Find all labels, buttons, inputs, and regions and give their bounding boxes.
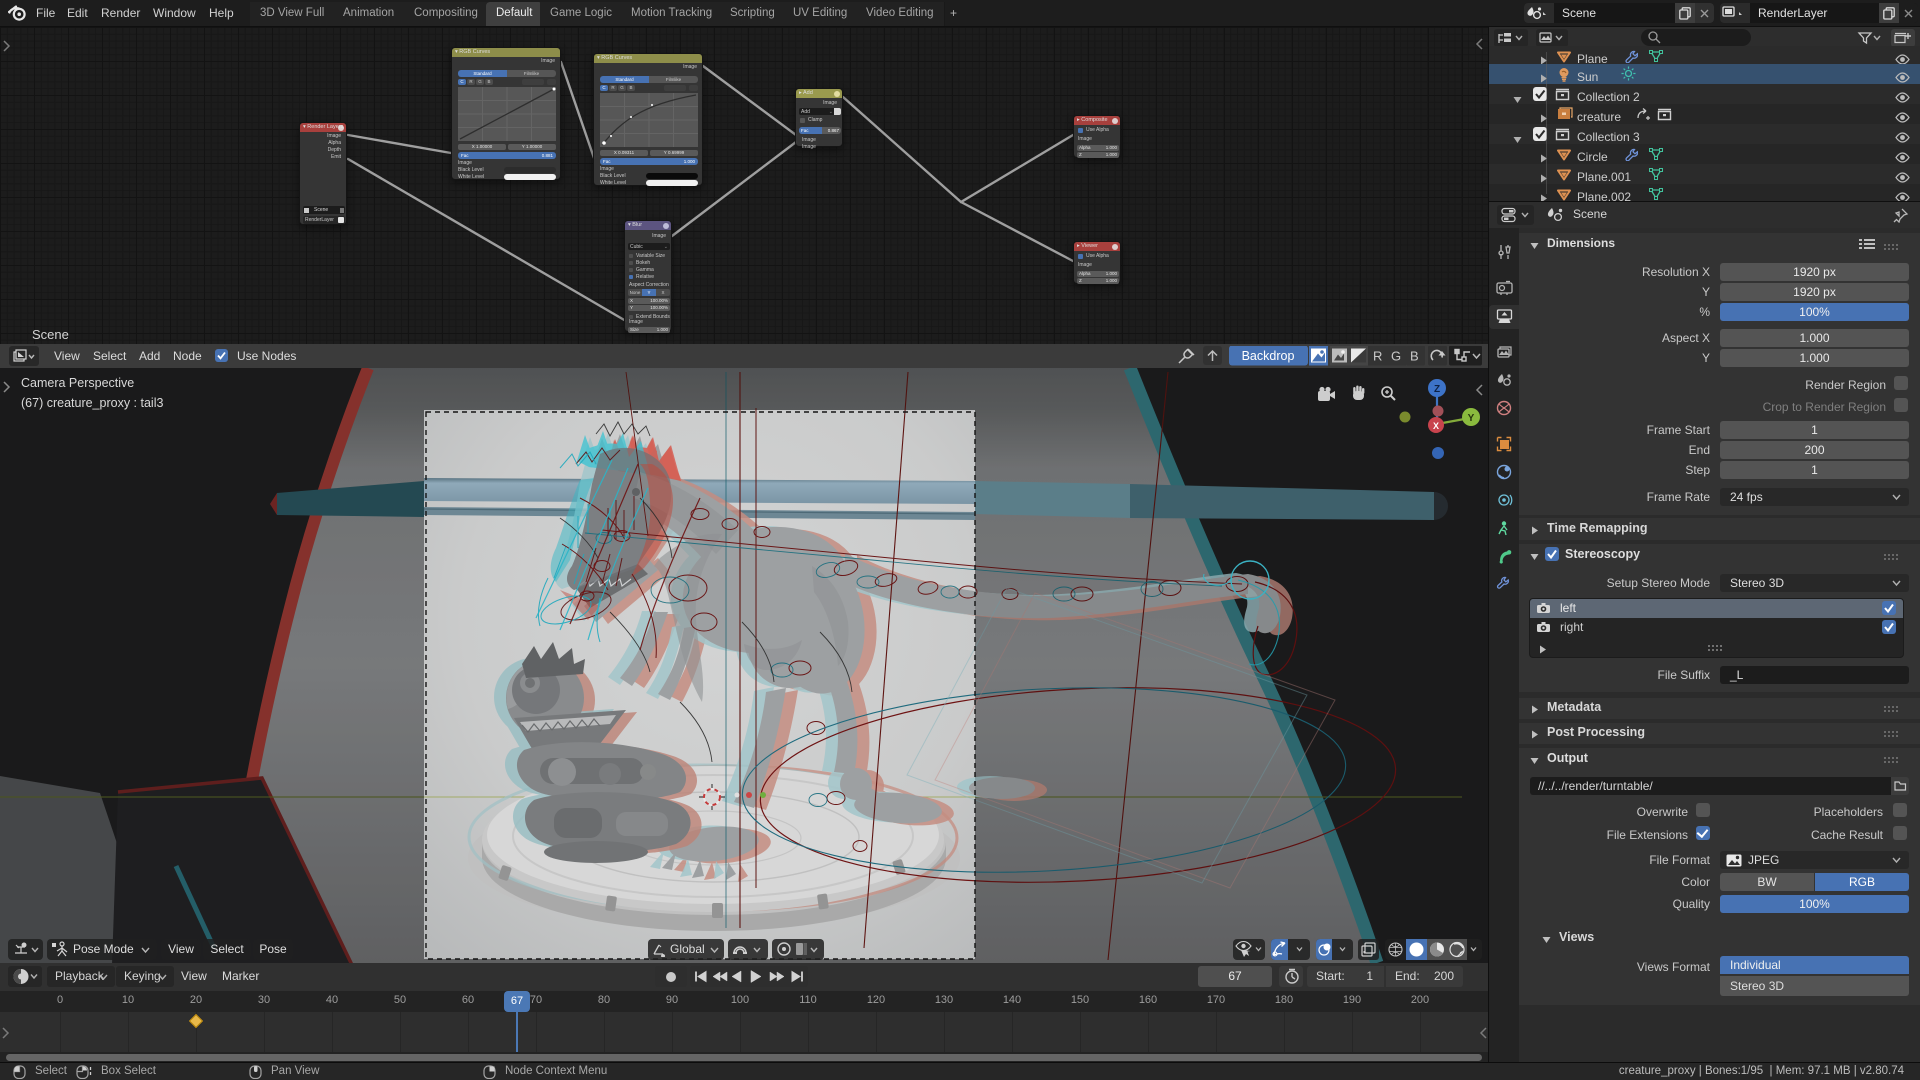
svg-text:X: X: [1433, 421, 1439, 431]
svg-text:B: B: [1410, 349, 1419, 364]
svg-text:Backdrop: Backdrop: [1242, 349, 1295, 363]
svg-text:G: G: [1391, 349, 1401, 364]
svg-text:Y: Y: [1468, 413, 1475, 424]
svg-text:R: R: [1373, 349, 1382, 364]
svg-text:Z: Z: [1434, 384, 1440, 395]
